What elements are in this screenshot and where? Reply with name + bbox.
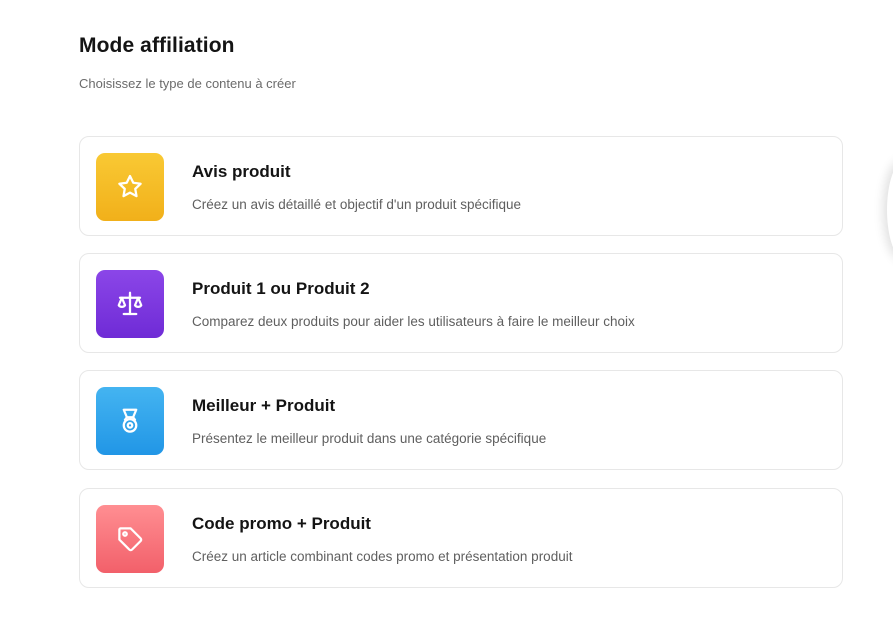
page-subtitle: Choisissez le type de contenu à créer xyxy=(79,76,296,91)
option-title: Produit 1 ou Produit 2 xyxy=(192,279,370,298)
tag-icon xyxy=(118,527,143,552)
option-icon-box xyxy=(96,387,164,455)
option-title: Meilleur + Produit xyxy=(192,396,336,415)
option-icon-box xyxy=(96,153,164,221)
option-card-avis-produit[interactable]: Avis produit Créez un avis détaillé et o… xyxy=(79,136,843,236)
option-description: Créez un article combinant codes promo e… xyxy=(192,549,573,564)
option-card-meilleur-produit[interactable]: Meilleur + Produit Présentez le meilleur… xyxy=(79,370,843,470)
option-description: Créez un avis détaillé et objectif d'un … xyxy=(192,197,522,212)
star-icon xyxy=(118,174,142,198)
option-icon-box xyxy=(96,270,164,338)
option-description: Comparez deux produits pour aider les ut… xyxy=(192,314,635,329)
option-icon-box xyxy=(96,505,164,573)
page-title: Mode affiliation xyxy=(79,34,235,57)
option-title: Code promo + Produit xyxy=(192,514,371,533)
option-card-comparaison[interactable]: Produit 1 ou Produit 2 Comparez deux pro… xyxy=(79,253,843,353)
side-panel-edge xyxy=(887,160,893,260)
option-title: Avis produit xyxy=(192,162,291,181)
option-description: Présentez le meilleur produit dans une c… xyxy=(192,431,547,446)
scale-icon xyxy=(117,291,143,316)
medal-icon xyxy=(122,408,138,433)
option-card-code-promo[interactable]: Code promo + Produit Créez un article co… xyxy=(79,488,843,588)
